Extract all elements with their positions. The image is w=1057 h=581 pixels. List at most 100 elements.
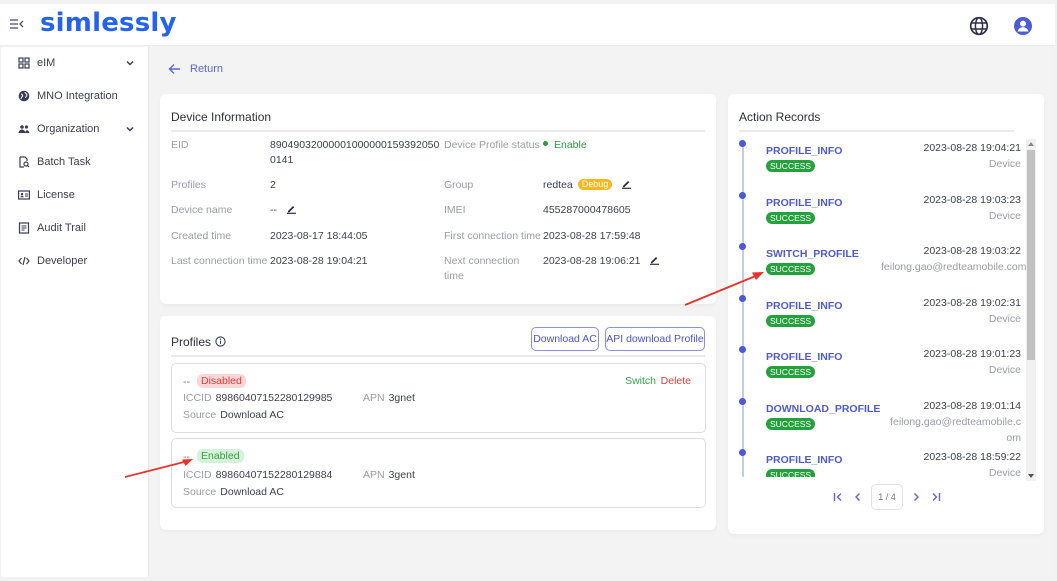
source-label: Source bbox=[183, 486, 217, 498]
globe-icon bbox=[18, 90, 30, 102]
created-time-value: 2023-08-17 18:44:05 bbox=[270, 230, 368, 242]
action-time: 2023-08-28 19:03:23 bbox=[923, 193, 1022, 206]
scrollbar[interactable] bbox=[1026, 139, 1036, 481]
card-title: Action Records bbox=[739, 110, 821, 124]
sidebar: eIM MNO Integration Organization Batch T… bbox=[1, 47, 149, 577]
api-download-profile-button[interactable]: API download Profile bbox=[605, 327, 705, 351]
first-connection-label: First connection time bbox=[444, 230, 541, 242]
iccid-label: ICCID bbox=[183, 469, 212, 481]
prev-page-button[interactable] bbox=[848, 487, 868, 507]
status-text: Enable bbox=[554, 139, 587, 151]
action-actor: Device bbox=[881, 156, 1021, 172]
logo[interactable]: simlessly bbox=[40, 8, 177, 38]
timeline-dot bbox=[739, 397, 746, 405]
device-name-label: Device name bbox=[171, 204, 233, 216]
action-record-item: PROFILE_INFO SUCCESS 2023-08-28 18:59:22 De… bbox=[728, 446, 1028, 477]
scroll-up-icon[interactable] bbox=[1028, 142, 1034, 146]
profile-name: -- bbox=[183, 451, 190, 463]
source-value: Download AC bbox=[220, 409, 284, 421]
source-row: Source Download AC bbox=[183, 409, 284, 421]
timeline-dot bbox=[739, 346, 746, 353]
action-name[interactable]: PROFILE_INFO bbox=[766, 145, 842, 157]
iccid-value: 89860407152280129985 bbox=[215, 392, 333, 404]
users-icon bbox=[18, 123, 30, 135]
actor-line-1: Device bbox=[988, 312, 1021, 325]
device-name-text: -- bbox=[270, 204, 277, 216]
status-badge: Disabled bbox=[197, 374, 246, 388]
group-label: Group bbox=[444, 179, 474, 191]
sidebar-item-organization[interactable]: Organization bbox=[1, 117, 149, 141]
code-icon bbox=[18, 255, 30, 267]
iccid-row: ICCID 89860407152280129884 bbox=[183, 469, 332, 481]
sidebar-item-eim[interactable]: eIM bbox=[1, 51, 149, 75]
user-icon[interactable] bbox=[1013, 16, 1033, 36]
sidebar-item-batch-task[interactable]: Batch Task bbox=[1, 150, 149, 174]
profile-item: -- Enabled ICCID 89860407152280129884 APN… bbox=[171, 438, 706, 508]
sidebar-item-audit-trail[interactable]: Audit Trail bbox=[1, 216, 149, 240]
delete-button[interactable]: Delete bbox=[661, 375, 691, 387]
timeline-dot bbox=[739, 294, 746, 302]
download-ac-button[interactable]: Download AC bbox=[531, 327, 599, 351]
next-page-button[interactable] bbox=[906, 487, 926, 507]
action-record-item: PROFILE_INFO SUCCESS 2023-08-28 19:04:21 De… bbox=[728, 137, 1028, 187]
action-name[interactable]: PROFILE_INFO bbox=[766, 197, 842, 209]
action-name[interactable]: PROFILE_INFO bbox=[766, 351, 842, 363]
status-badge: SUCCESS bbox=[766, 211, 816, 224]
action-time: 2023-08-28 19:02:31 bbox=[923, 296, 1022, 309]
return-link[interactable]: Return bbox=[168, 63, 223, 75]
apn-label: APN bbox=[363, 392, 385, 404]
last-page-icon bbox=[932, 493, 941, 501]
info-icon[interactable] bbox=[215, 336, 226, 347]
scroll-thumb[interactable] bbox=[1027, 150, 1035, 360]
eid-line-2: 0141 bbox=[270, 154, 294, 166]
chevron-left-icon bbox=[855, 493, 860, 501]
globe-icon[interactable] bbox=[969, 16, 989, 36]
action-record-item: PROFILE_INFO SUCCESS 2023-08-28 19:03:23 De… bbox=[728, 189, 1028, 239]
action-time: 2023-08-28 19:01:23 bbox=[923, 348, 1022, 360]
actor-line-1: Device bbox=[988, 364, 1021, 376]
action-name[interactable]: DOWNLOAD_PROFILE bbox=[766, 403, 880, 415]
last-connection-label: Last connection time bbox=[171, 255, 268, 267]
sidebar-item-label: Audit Trail bbox=[37, 222, 86, 234]
action-actor: feilong.gao@redteamobile.com bbox=[881, 259, 1027, 275]
action-name[interactable]: PROFILE_INFO bbox=[766, 454, 842, 466]
actor-line-2: om bbox=[1006, 431, 1021, 444]
sidebar-item-developer[interactable]: Developer bbox=[1, 249, 149, 273]
last-page-button[interactable] bbox=[926, 487, 946, 507]
action-records-list[interactable]: PROFILE_INFO SUCCESS 2023-08-28 19:04:21 De… bbox=[728, 133, 1028, 477]
sidebar-item-mno-integration[interactable]: MNO Integration bbox=[1, 84, 149, 108]
menu-collapse-icon[interactable] bbox=[10, 18, 24, 30]
edit-device-name-icon[interactable] bbox=[286, 203, 297, 214]
profiles-card: Profiles Download AC API download Profil… bbox=[160, 316, 716, 530]
device-information-card: Device Information EID 89049032000001000… bbox=[160, 94, 716, 304]
debug-badge: Debug bbox=[577, 179, 613, 190]
apn-row: APN 3gnet bbox=[363, 392, 415, 404]
chevron-down-icon bbox=[125, 124, 135, 134]
action-name[interactable]: SWITCH_PROFILE bbox=[766, 248, 859, 260]
timeline-dot bbox=[739, 140, 746, 147]
actor-line-1: Device bbox=[988, 467, 1021, 477]
switch-button[interactable]: Switch bbox=[625, 375, 656, 387]
edit-next-connection-icon[interactable] bbox=[649, 254, 660, 265]
source-value: Download AC bbox=[220, 486, 284, 498]
next-connection-label: Next connection time bbox=[444, 254, 519, 284]
actor-line-1: Device bbox=[988, 209, 1021, 222]
edit-group-icon[interactable] bbox=[621, 178, 632, 189]
action-record-item: DOWNLOAD_PROFILE SUCCESS 2023-08-28 19:01:… bbox=[728, 395, 1028, 445]
action-records-card: Action Records PROFILE_INFO SUCCESS 2023-0… bbox=[728, 94, 1044, 534]
action-time: 2023-08-28 19:03:22 bbox=[923, 245, 1022, 257]
iccid-value: 89860407152280129884 bbox=[215, 469, 333, 481]
first-page-button[interactable] bbox=[828, 487, 848, 507]
sidebar-item-license[interactable]: License bbox=[1, 183, 149, 207]
eid-value: 89049032000001000000159392050 0141 bbox=[270, 138, 439, 168]
action-name[interactable]: PROFILE_INFO bbox=[766, 300, 842, 312]
source-row: Source Download AC bbox=[183, 486, 284, 498]
action-record-item: PROFILE_INFO SUCCESS 2023-08-28 19:01:23 De… bbox=[728, 343, 1028, 393]
iccid-label: ICCID bbox=[183, 392, 212, 404]
group-value: redtea Debug bbox=[543, 178, 632, 193]
apn-row: APN 3gent bbox=[363, 469, 415, 481]
action-record-item: SWITCH_PROFILE SUCCESS 2023-08-28 19:03:22… bbox=[728, 240, 1028, 290]
page-indicator[interactable]: 1 / 4 bbox=[871, 484, 903, 510]
actor-line-1: Device bbox=[988, 158, 1021, 170]
scroll-down-icon[interactable] bbox=[1028, 474, 1034, 478]
